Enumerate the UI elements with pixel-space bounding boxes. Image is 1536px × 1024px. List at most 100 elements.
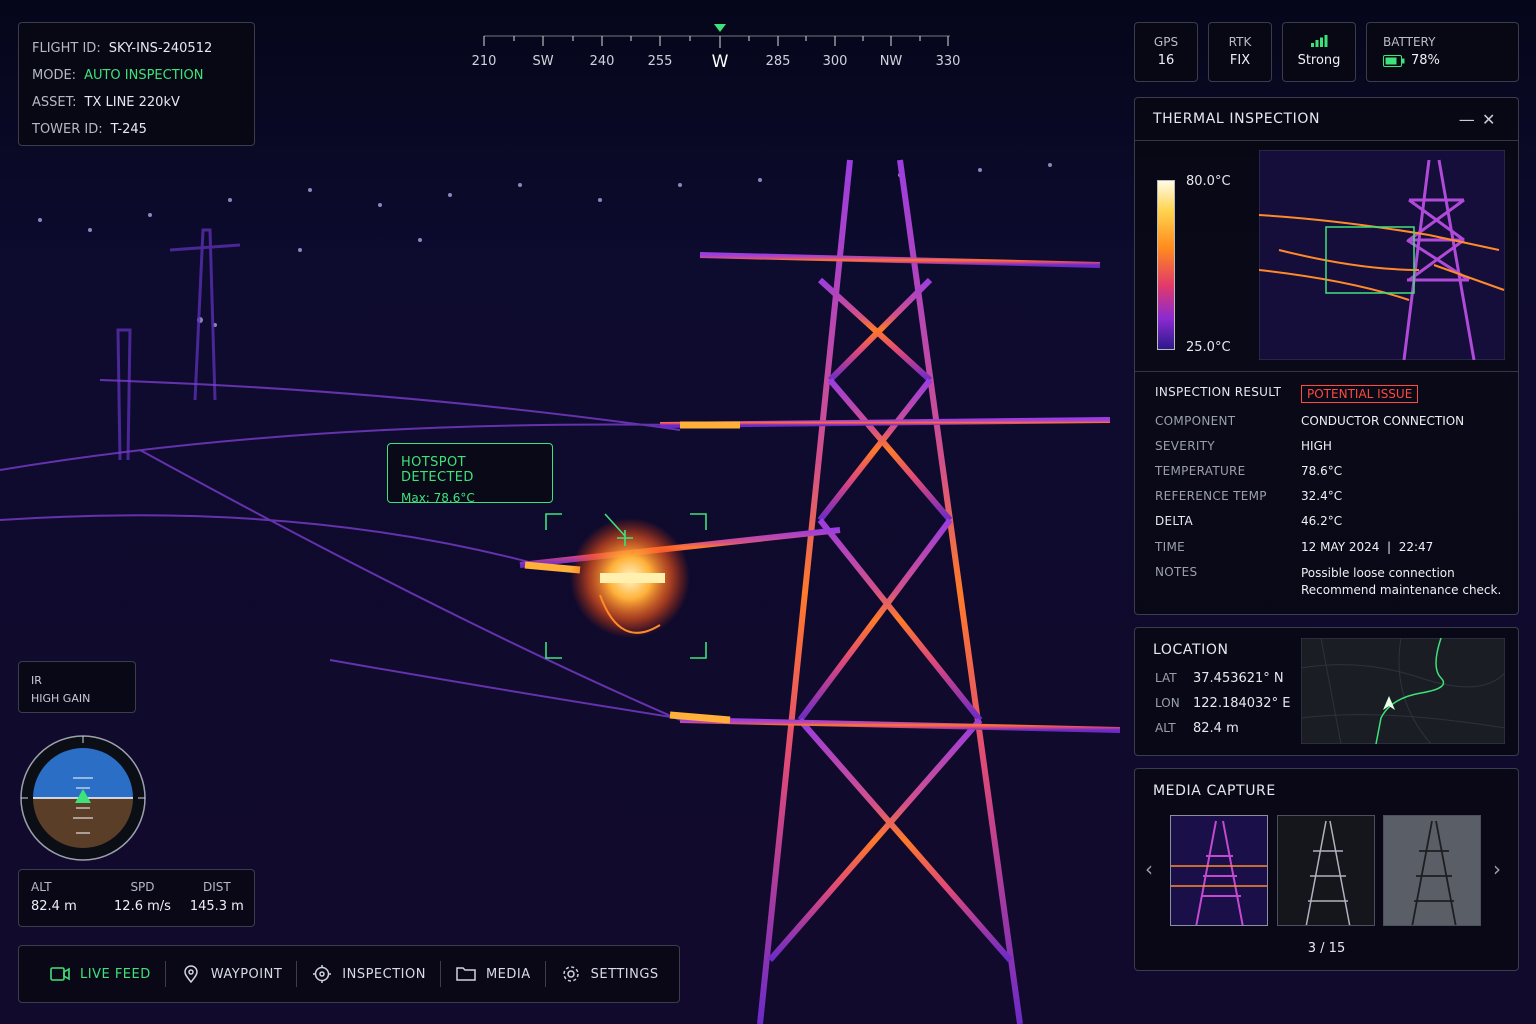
rtk-value: FIX — [1229, 53, 1251, 68]
video-camera-icon — [50, 967, 70, 981]
nav-inspection[interactable]: INSPECTION — [297, 954, 440, 994]
severity-label: SEVERITY — [1155, 439, 1215, 453]
component-label: COMPONENT — [1155, 414, 1236, 428]
gear-icon — [562, 966, 579, 982]
scale-max-label: 80.0°C — [1186, 174, 1231, 189]
hotspot-max-temp: Max: 78.6°C — [401, 491, 475, 505]
alt-stat-value: 82.4 m — [31, 899, 77, 914]
compass-label: SW — [532, 54, 554, 69]
attitude-indicator — [20, 735, 146, 861]
nav-waypoint-label: WAYPOINT — [210, 966, 283, 982]
alt-stat-label: ALT — [31, 880, 52, 894]
compass-label: 285 — [765, 54, 791, 69]
gps-value: 16 — [1157, 53, 1175, 68]
nav-waypoint[interactable]: WAYPOINT — [166, 954, 297, 994]
mode-label: MODE: — [32, 68, 77, 83]
bottom-navigation: LIVE FEED WAYPOINT INSPECTION MEDIA SETT… — [18, 945, 680, 1003]
delta-label: DELTA — [1155, 514, 1193, 528]
media-thumbnail[interactable] — [1170, 815, 1268, 926]
ir-mode-label: IR — [31, 674, 42, 687]
flight-info-panel: FLIGHT ID: SKY-INS-240512 MODE: AUTO INSPE… — [18, 22, 255, 146]
scale-min-label: 25.0°C — [1186, 340, 1231, 355]
delta-value: 46.2°C — [1301, 514, 1343, 528]
chevron-left-icon[interactable]: ‹ — [1145, 857, 1153, 881]
mode-value: AUTO INSPECTION — [84, 68, 204, 83]
rtk-status: RTK FIX — [1208, 22, 1272, 82]
compass-label: 330 — [935, 54, 961, 69]
nav-media[interactable]: MEDIA — [441, 954, 545, 994]
compass-label: 300 — [822, 54, 848, 69]
compass-heading-bar: 210 SW 240 255 W 285 300 NW 330 — [470, 22, 970, 82]
media-thumbnail[interactable] — [1383, 815, 1481, 926]
signal-value: Strong — [1297, 53, 1341, 68]
gps-label: GPS — [1153, 35, 1179, 49]
alt-label: ALT — [1155, 721, 1176, 735]
close-button[interactable]: ✕ — [1478, 110, 1500, 129]
notes-line-2: Recommend maintenance check. — [1301, 583, 1502, 597]
location-panel: LOCATION LAT 37.453621° N LON 122.184032° … — [1134, 627, 1519, 756]
folder-icon — [456, 967, 476, 981]
compass-label: 255 — [647, 54, 673, 69]
spd-stat-label: SPD — [130, 880, 155, 894]
nav-settings[interactable]: SETTINGS — [546, 954, 673, 994]
temperature-value: 78.6°C — [1301, 464, 1343, 478]
dist-stat-label: DIST — [202, 880, 231, 894]
media-thumbnail[interactable] — [1277, 815, 1375, 926]
severity-value: HIGH — [1301, 439, 1332, 453]
dist-stat-value: 145.3 m — [189, 899, 244, 914]
inspection-result-label: INSPECTION RESULT — [1155, 385, 1282, 399]
map-pin-icon — [183, 965, 198, 983]
media-title: MEDIA CAPTURE — [1153, 783, 1276, 799]
reference-temp-label: REFERENCE TEMP — [1155, 489, 1267, 503]
time-label: TIME — [1155, 540, 1186, 554]
spd-stat-value: 12.6 m/s — [114, 899, 171, 914]
notes-label: NOTES — [1155, 565, 1198, 579]
flight-id-value: SKY-INS-240512 — [108, 41, 213, 56]
lat-label: LAT — [1155, 671, 1177, 685]
time-value: 12 MAY 2024 | 22:47 — [1301, 540, 1434, 554]
component-value: CONDUCTOR CONNECTION — [1301, 414, 1465, 428]
ir-gain-label: HIGH GAIN — [31, 692, 91, 705]
thermal-preview-image — [1259, 150, 1505, 360]
ir-gain-indicator[interactable]: IR HIGH GAIN — [18, 661, 136, 713]
reference-temp-value: 32.4°C — [1301, 489, 1343, 503]
gps-status: GPS 16 — [1134, 22, 1198, 82]
temperature-label: TEMPERATURE — [1155, 464, 1246, 478]
battery-value: 78% — [1411, 53, 1440, 68]
crosshair-icon — [313, 965, 332, 983]
signal-bars-icon — [1283, 35, 1355, 49]
nav-media-label: MEDIA — [485, 966, 531, 982]
nav-live-feed-label: LIVE FEED — [80, 966, 151, 982]
chevron-right-icon[interactable]: › — [1493, 857, 1501, 881]
media-counter: 3 / 15 — [1307, 941, 1346, 956]
location-title: LOCATION — [1153, 642, 1229, 658]
thermal-inspection-panel: THERMAL INSPECTION — ✕ 80.0°C 25.0°C INS… — [1134, 97, 1519, 615]
compass-current-heading: W — [711, 52, 729, 72]
asset-label: ASSET: — [32, 95, 77, 110]
nav-settings-label: SETTINGS — [590, 966, 659, 982]
temperature-scale-bar — [1157, 180, 1175, 350]
hotspot-title: HOTSPOT DETECTED — [401, 455, 474, 485]
thermal-panel-title: THERMAL INSPECTION — [1153, 111, 1321, 127]
rtk-label: RTK — [1228, 35, 1252, 49]
battery-status: BATTERY 78% — [1366, 22, 1519, 82]
lon-value: 122.184032° E — [1193, 696, 1291, 711]
compass-ticks — [483, 24, 950, 48]
nav-live-feed[interactable]: LIVE FEED — [35, 954, 165, 994]
lon-label: LON — [1155, 696, 1180, 710]
notes-line-1: Possible loose connection — [1301, 566, 1455, 580]
alt-value: 82.4 m — [1193, 721, 1239, 736]
flight-stats-panel: ALT 82.4 m SPD 12.6 m/s DIST 145.3 m — [18, 869, 255, 927]
lat-value: 37.453621° N — [1193, 671, 1284, 686]
tower-value: T-245 — [110, 122, 147, 137]
compass-label: NW — [879, 54, 903, 69]
compass-label: 210 — [471, 54, 497, 69]
flight-id-label: FLIGHT ID: — [32, 41, 101, 56]
minimap[interactable] — [1301, 638, 1505, 744]
hotspot-callout: HOTSPOT DETECTED Max: 78.6°C — [387, 443, 553, 505]
tower-label: TOWER ID: — [32, 122, 103, 137]
battery-label: BATTERY — [1383, 35, 1436, 49]
compass-label: 240 — [589, 54, 615, 69]
minimize-button[interactable]: — — [1456, 110, 1478, 129]
heading-marker-icon — [714, 24, 726, 32]
